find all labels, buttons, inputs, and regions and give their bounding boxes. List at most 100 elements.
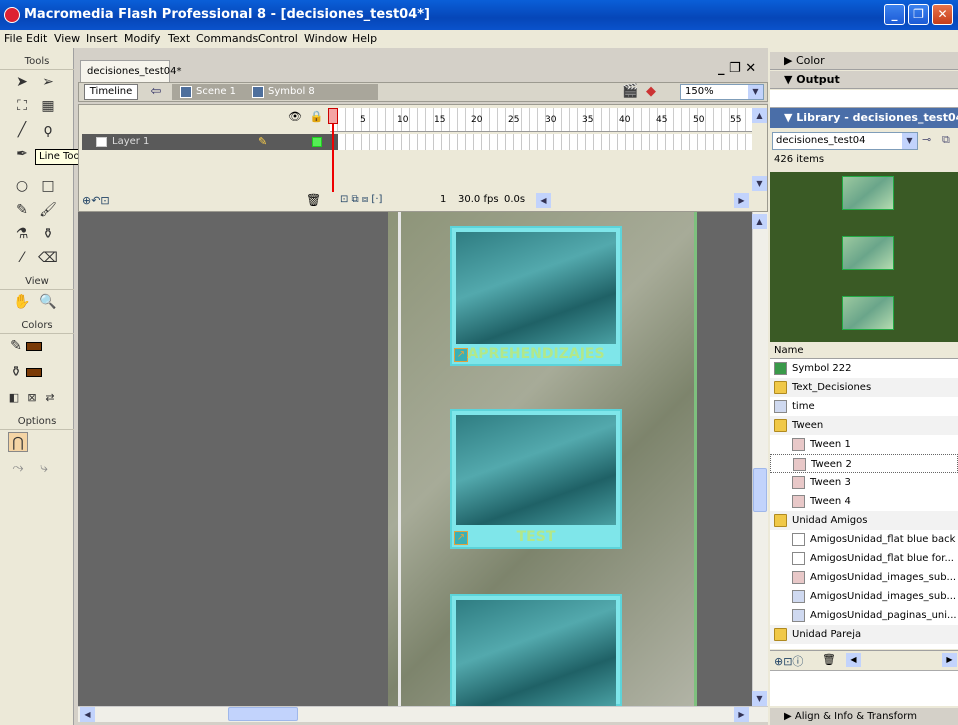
timeline-scroll-up[interactable]: ▲ — [752, 108, 767, 123]
stage-horizontal-scrollbar[interactable] — [78, 706, 768, 722]
name-column-header[interactable]: Name — [770, 343, 958, 359]
pencil-tool-icon[interactable]: ✎ — [12, 200, 32, 220]
menu-insert[interactable]: Insert — [86, 32, 118, 45]
paint-bucket-tool-icon[interactable]: ⚱ — [38, 224, 58, 244]
back-arrow-icon[interactable]: ⇦ — [146, 84, 166, 100]
list-item[interactable]: Symbol 222 — [770, 359, 958, 378]
eraser-tool-icon[interactable]: ⌫ — [38, 248, 58, 268]
list-item[interactable]: Unidad Amigos — [770, 511, 958, 530]
chevron-down-icon[interactable]: ▼ — [748, 85, 763, 99]
lasso-tool-icon[interactable]: ϙ — [38, 120, 58, 140]
swap-colors-icon[interactable]: ⇄ — [40, 388, 60, 408]
list-item[interactable]: time — [770, 397, 958, 416]
card-third[interactable] — [450, 594, 622, 706]
new-symbol-icon[interactable]: ⊕⊡ⓘ — [774, 653, 803, 669]
menu-modify[interactable]: Modify — [124, 32, 160, 45]
menu-text[interactable]: Text — [168, 32, 190, 45]
layer-name[interactable]: Layer 1 — [112, 134, 149, 150]
scroll-down-icon[interactable]: ▼ — [752, 691, 767, 706]
list-item[interactable]: Tween 4 — [770, 492, 958, 511]
list-item[interactable]: Text_Decisiones — [770, 378, 958, 397]
subselect-tool-icon[interactable]: ➢ — [38, 72, 58, 92]
document-window-controls[interactable]: _ ❐ ✕ — [718, 61, 756, 76]
card-test[interactable]: ↗ TEST — [450, 409, 622, 549]
rectangle-tool-icon[interactable]: □ — [38, 176, 58, 196]
hand-tool-icon[interactable]: ✋ — [12, 292, 32, 312]
menu-help[interactable]: Help — [352, 32, 377, 45]
list-item[interactable]: AmigosUnidad_images_sub... — [770, 568, 958, 587]
scroll-left-icon[interactable]: ◀ — [80, 707, 95, 722]
trash-icon[interactable]: 🗑 — [306, 193, 321, 207]
list-item[interactable]: Tween 3 — [770, 473, 958, 492]
arrow-tool-icon[interactable]: ➤ — [12, 72, 32, 92]
add-layer-icon[interactable]: ⊕↶⊡ — [82, 194, 110, 207]
zoom-tool-icon[interactable]: 🔍 — [38, 292, 58, 312]
list-item[interactable]: AmigosUnidad_images_sub... — [770, 587, 958, 606]
list-item[interactable]: Tween 1 — [770, 435, 958, 454]
delete-icon[interactable]: 🗑 — [822, 653, 836, 666]
list-item[interactable]: AmigosUnidad_flat blue back — [770, 530, 958, 549]
timeline-scroll-left[interactable]: ◀ — [536, 193, 551, 208]
color-panel-header[interactable]: ▶ Color — [770, 52, 958, 70]
onion-skin-icons[interactable]: ⊡ ⧉ ⧈ [·] — [340, 194, 382, 205]
scroll-right-icon[interactable]: ▶ — [734, 707, 749, 722]
document-tab[interactable]: decisiones_test04* — [80, 60, 182, 82]
library-scroll-right[interactable]: ▶ — [942, 653, 957, 667]
playhead-handle[interactable] — [328, 108, 338, 124]
list-item[interactable]: Unidad Pareja — [770, 625, 958, 644]
list-item[interactable]: AmigosUnidad_paginas_uni... — [770, 606, 958, 625]
brush-tool-icon[interactable]: 🖌 — [38, 200, 58, 220]
menu-edit[interactable]: Edit — [26, 32, 47, 45]
stroke-color-swatch[interactable] — [26, 342, 42, 351]
fill-color-icon[interactable]: ⚱ — [6, 362, 26, 382]
stage-vertical-scrollbar[interactable] — [752, 212, 768, 706]
oval-tool-icon[interactable]: ○ — [12, 176, 32, 196]
library-document-select[interactable]: decisiones_test04 — [772, 132, 918, 150]
list-item[interactable]: Tween 2 — [770, 454, 958, 473]
vertical-scroll-thumb[interactable] — [753, 468, 767, 512]
eyedropper-tool-icon[interactable]: ⁄ — [12, 248, 32, 268]
menu-control[interactable]: Control — [258, 32, 298, 45]
timeline-scroll-right[interactable]: ▶ — [734, 193, 749, 208]
snap-to-objects-icon[interactable]: ⋂ — [8, 432, 28, 452]
frames-row[interactable] — [330, 134, 752, 150]
restore-button[interactable]: ❐ — [908, 4, 929, 25]
menu-window[interactable]: Window — [304, 32, 347, 45]
layer-outline-color[interactable] — [312, 137, 322, 147]
symbol-breadcrumb[interactable]: Symbol 8 — [268, 86, 315, 97]
straighten-icon[interactable]: ⤷ — [34, 458, 54, 478]
list-item[interactable]: Tween — [770, 416, 958, 435]
smooth-icon[interactable]: ⤳ — [8, 458, 28, 478]
scene-breadcrumb[interactable]: Scene 1 — [196, 86, 236, 97]
ink-bottle-tool-icon[interactable]: ⚗ — [12, 224, 32, 244]
chevron-down-icon[interactable]: ▼ — [902, 133, 917, 149]
card-aprehendizajes[interactable]: ↗ APREHENDIZAJES — [450, 226, 622, 366]
stroke-color-icon[interactable]: ✎ — [6, 336, 26, 356]
menu-commands[interactable]: Commands — [196, 32, 258, 45]
horizontal-scroll-thumb[interactable] — [228, 707, 298, 721]
close-button[interactable]: ✕ — [932, 4, 953, 25]
align-panel-header[interactable]: ▶ Align & Info & Transform — [770, 708, 958, 725]
fill-color-swatch[interactable] — [26, 368, 42, 377]
edit-symbols-icon[interactable]: ◆ — [646, 84, 656, 99]
timeline-toggle-button[interactable]: Timeline — [84, 84, 138, 100]
line-tool-icon[interactable]: ╱ — [12, 120, 32, 140]
menu-view[interactable]: View — [54, 32, 80, 45]
timeline-scroll-down[interactable]: ▼ — [752, 176, 767, 191]
pin-icon[interactable]: ⊸ — [922, 133, 931, 146]
library-panel-header[interactable]: ▼ Library - decisiones_test04 — [770, 108, 958, 128]
gradient-transform-tool-icon[interactable]: ▦ — [38, 96, 58, 116]
scroll-up-icon[interactable]: ▲ — [752, 214, 767, 229]
free-transform-tool-icon[interactable]: ⛶ — [12, 96, 32, 116]
minimize-button[interactable]: _ — [884, 4, 905, 25]
output-panel-header[interactable]: ▼ Output — [770, 71, 958, 89]
menu-file[interactable]: File — [4, 32, 22, 45]
edit-scene-icon[interactable]: 🎬 — [622, 84, 638, 99]
pen-tool-icon[interactable]: ✒ — [12, 144, 32, 164]
black-white-icon[interactable]: ◧ — [4, 388, 24, 408]
no-color-icon[interactable]: ⊠ — [22, 388, 42, 408]
frame-ruler[interactable] — [330, 108, 752, 132]
list-item[interactable]: AmigosUnidad_flat blue for... — [770, 549, 958, 568]
new-library-icon[interactable]: ⧉ — [942, 133, 950, 147]
library-scroll-left[interactable]: ◀ — [846, 653, 861, 667]
